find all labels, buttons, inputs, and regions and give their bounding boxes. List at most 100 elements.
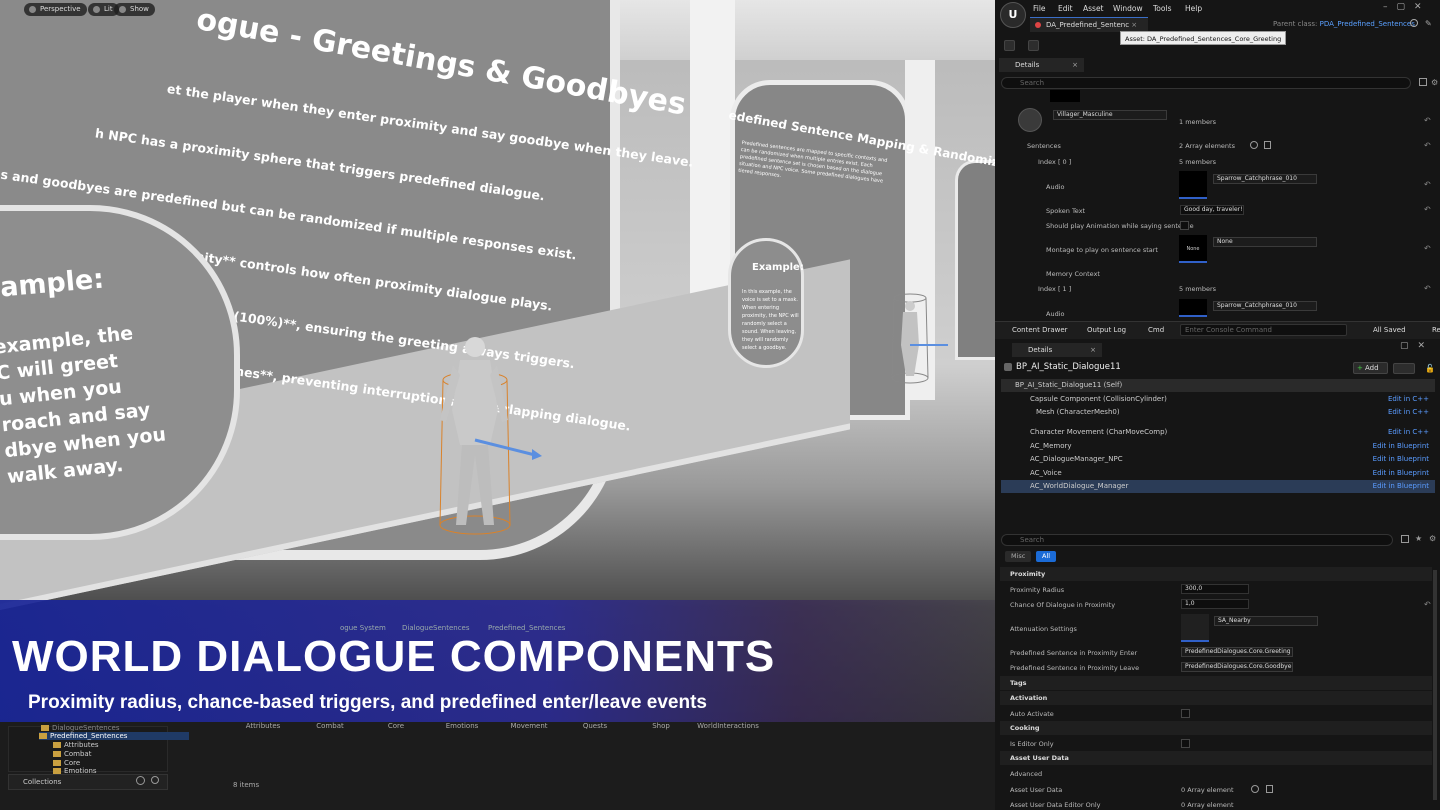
reset-icon[interactable]: ↶: [1424, 600, 1431, 609]
filter-misc[interactable]: Misc: [1005, 551, 1032, 562]
reset-icon[interactable]: ↶: [1424, 244, 1431, 253]
chance-input[interactable]: 1,0: [1181, 599, 1249, 609]
audio-dropdown[interactable]: Sparrow_Catchphrase_010: [1213, 301, 1317, 311]
bp-details-tab[interactable]: Details ×: [1012, 343, 1102, 357]
star-icon[interactable]: ★: [1415, 534, 1422, 543]
add-element-icon[interactable]: [1250, 141, 1258, 149]
component-capsule[interactable]: Capsule Component (CollisionCylinder) Edi…: [1001, 393, 1435, 406]
enter-sentence-tag[interactable]: PredefinedDialogues.Core.Greeting: [1181, 647, 1293, 657]
search-icon[interactable]: [1410, 19, 1418, 27]
category-activation[interactable]: Activation: [1000, 691, 1432, 705]
revision-button[interactable]: Re: [1418, 323, 1440, 337]
gear-icon[interactable]: ⚙: [1429, 534, 1436, 543]
cmd-dropdown[interactable]: Cmd: [1134, 323, 1164, 337]
menu-edit[interactable]: Edit: [1058, 4, 1073, 13]
perspective-button[interactable]: Perspective: [24, 3, 87, 16]
npc-mannequin[interactable]: [420, 325, 550, 540]
blueprint-options-button[interactable]: [1393, 363, 1415, 374]
menu-asset[interactable]: Asset: [1083, 4, 1104, 13]
edit-in-blueprint-link[interactable]: Edit in Blueprint: [1373, 440, 1429, 453]
category-cooking[interactable]: Cooking: [1000, 721, 1432, 735]
lock-icon[interactable]: 🔓: [1425, 364, 1435, 373]
edit-in-blueprint-link[interactable]: Edit in Blueprint: [1373, 467, 1429, 480]
trash-icon[interactable]: [1266, 785, 1273, 793]
show-button[interactable]: Show: [114, 3, 155, 16]
close-icon[interactable]: ×: [1072, 58, 1078, 72]
console-input[interactable]: Enter Console Command: [1180, 324, 1347, 336]
trash-icon[interactable]: [1264, 141, 1271, 149]
folder-tile[interactable]: Movement: [494, 722, 564, 730]
content-drawer-button[interactable]: Content Drawer: [998, 323, 1068, 337]
tree-item-selected[interactable]: Predefined_Sentences: [39, 732, 189, 740]
edit-in-cpp-link[interactable]: Edit in C++: [1388, 393, 1429, 406]
scrollbar[interactable]: [1433, 570, 1437, 800]
editor-only-checkbox[interactable]: [1181, 739, 1190, 748]
component-self[interactable]: BP_AI_Static_Dialogue11 (Self): [1001, 379, 1435, 392]
component-dialogue-manager[interactable]: AC_DialogueManager_NPC Edit in Blueprint: [1001, 453, 1435, 466]
edit-in-blueprint-link[interactable]: Edit in Blueprint: [1373, 453, 1429, 466]
npc-mannequin-far[interactable]: [888, 290, 948, 385]
search-icon[interactable]: [151, 776, 159, 784]
category-proximity[interactable]: Proximity: [1000, 567, 1432, 581]
grid-icon[interactable]: [1419, 78, 1427, 86]
all-saved-button[interactable]: All Saved: [1359, 323, 1406, 337]
folder-tree[interactable]: DialogueSentences Predefined_Sentences A…: [8, 724, 189, 775]
leave-sentence-tag[interactable]: PredefinedDialogues.Core.Goodbye: [1181, 662, 1293, 672]
add-component-button[interactable]: + Add: [1353, 362, 1388, 374]
component-world-dialogue-manager[interactable]: AC_WorldDialogue_Manager Edit in Blueprin…: [1001, 480, 1435, 493]
component-search-input[interactable]: Search: [1001, 534, 1393, 546]
details-search-input[interactable]: Search: [1001, 77, 1411, 89]
tree-item[interactable]: Combat: [53, 750, 91, 758]
breadcrumb-item[interactable]: ogue System: [340, 624, 386, 632]
component-mesh[interactable]: Mesh (CharacterMesh0) Edit in C++: [1001, 406, 1435, 419]
tree-item[interactable]: Core: [53, 759, 80, 767]
folder-tile[interactable]: Shop: [626, 722, 696, 730]
reset-icon[interactable]: ↶: [1424, 205, 1431, 214]
folder-tile[interactable]: WorldInteractions: [693, 722, 763, 730]
play-animation-checkbox[interactable]: [1180, 221, 1189, 230]
details-tab[interactable]: Details ×: [999, 58, 1084, 72]
edit-in-cpp-link[interactable]: Edit in C++: [1388, 406, 1429, 419]
folder-tile[interactable]: Quests: [560, 722, 630, 730]
proximity-radius-input[interactable]: 300,0: [1181, 584, 1249, 594]
close-icon[interactable]: ×: [1090, 343, 1096, 357]
menu-window[interactable]: Window: [1113, 4, 1143, 13]
pencil-icon[interactable]: ✎: [1425, 19, 1432, 28]
auto-activate-checkbox[interactable]: [1181, 709, 1190, 718]
breadcrumb-item[interactable]: Predefined_Sentences: [488, 624, 565, 632]
tree-item[interactable]: Attributes: [53, 741, 99, 749]
reset-icon[interactable]: ↶: [1424, 284, 1431, 293]
category-tags[interactable]: Tags: [1000, 676, 1432, 690]
edit-in-blueprint-link[interactable]: Edit in Blueprint: [1373, 480, 1429, 493]
reset-icon[interactable]: ↶: [1424, 180, 1431, 189]
folder-tile[interactable]: Attributes: [228, 722, 298, 730]
filter-all[interactable]: All: [1036, 551, 1057, 562]
folder-tile[interactable]: Combat: [295, 722, 365, 730]
spoken-text-input[interactable]: Good day, traveler!: [1180, 205, 1244, 215]
category-asset-user-data[interactable]: Asset User Data: [1000, 751, 1432, 765]
grid-icon[interactable]: [1401, 535, 1409, 543]
memory-context-label[interactable]: Memory Context: [1046, 270, 1100, 278]
montage-dropdown[interactable]: None: [1213, 237, 1317, 247]
index-1-label[interactable]: Index [ 1 ]: [1038, 285, 1071, 293]
advanced-label[interactable]: Advanced: [1010, 770, 1042, 778]
reset-icon[interactable]: ↶: [1424, 116, 1431, 125]
reset-icon[interactable]: ↶: [1424, 141, 1431, 150]
window-controls[interactable]: –▢✕: [1383, 2, 1431, 12]
edit-in-cpp-link[interactable]: Edit in C++: [1388, 426, 1429, 439]
add-collection-icon[interactable]: [136, 776, 145, 785]
asset-tab[interactable]: DA_Predefined_Sentenc ×: [1030, 17, 1148, 32]
browse-icon[interactable]: [1028, 40, 1039, 51]
audio-dropdown[interactable]: Sparrow_Catchphrase_010: [1213, 174, 1317, 184]
attenuation-dropdown[interactable]: SA_Nearby: [1214, 616, 1318, 626]
tree-item[interactable]: DialogueSentences: [41, 724, 120, 732]
breadcrumb-item[interactable]: DialogueSentences: [402, 624, 470, 632]
menu-file[interactable]: File: [1033, 4, 1046, 13]
menu-help[interactable]: Help: [1185, 4, 1202, 13]
folder-tile[interactable]: Core: [361, 722, 431, 730]
save-icon[interactable]: [1004, 40, 1015, 51]
component-voice[interactable]: AC_Voice Edit in Blueprint: [1001, 467, 1435, 480]
parent-class-link[interactable]: PDA_Predefined_Sentences: [1320, 20, 1415, 28]
panel-controls[interactable]: ▢✕: [1400, 341, 1434, 351]
folder-tile[interactable]: Emotions: [427, 722, 497, 730]
